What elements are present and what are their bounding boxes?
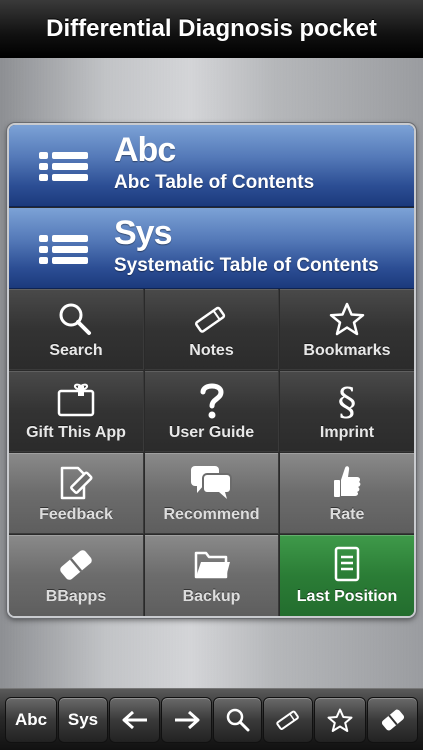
gift-icon — [9, 383, 143, 419]
abc-toc-title: Abc — [114, 131, 176, 169]
user-guide-button[interactable]: User Guide — [145, 371, 279, 452]
bookmarks-label: Bookmarks — [303, 342, 391, 359]
star-icon — [327, 708, 353, 733]
search-icon — [9, 301, 143, 337]
toolbar-abc-label: Abc — [14, 710, 48, 729]
star-icon — [280, 301, 414, 337]
bbapps-icon — [9, 547, 143, 583]
bbapps-icon — [379, 708, 407, 732]
document-icon — [280, 546, 414, 583]
backup-label: Backup — [182, 588, 241, 605]
last-position-label: Last Position — [296, 588, 398, 605]
search-button[interactable]: Search — [9, 289, 144, 370]
notes-label: Notes — [189, 342, 234, 359]
folder-icon — [145, 547, 278, 583]
main-menu-panel: Abc Abc Table of Contents Sys Systematic… — [7, 123, 416, 618]
pencil-icon — [274, 708, 302, 732]
toolbar-bbapps-button[interactable] — [367, 697, 418, 743]
list-icon — [39, 151, 91, 183]
notes-button[interactable]: Notes — [145, 289, 279, 370]
sys-toc-title: Sys — [114, 214, 172, 252]
svg-text:§: § — [338, 381, 357, 421]
question-icon — [145, 383, 278, 419]
toolbar-back-button[interactable] — [109, 697, 160, 743]
abc-toc-subtitle: Abc Table of Contents — [114, 172, 315, 193]
chat-bubbles-icon — [145, 465, 278, 501]
toolbar-sys-label: Sys — [67, 710, 99, 729]
bbapps-button[interactable]: BBapps — [9, 535, 144, 616]
feedback-icon — [9, 465, 143, 501]
bbapps-label: BBapps — [45, 588, 107, 605]
user-guide-label: User Guide — [168, 424, 255, 441]
thumbs-up-icon — [280, 465, 414, 501]
toolbar-sys-button[interactable]: Sys — [58, 697, 108, 743]
pencil-icon — [145, 301, 278, 337]
feedback-label: Feedback — [39, 506, 113, 523]
list-icon — [39, 234, 91, 266]
gift-this-app-button[interactable]: Gift This App — [9, 371, 144, 452]
toolbar-bookmarks-button[interactable] — [314, 697, 366, 743]
recommend-label: Recommend — [163, 506, 260, 523]
feedback-button[interactable]: Feedback — [9, 453, 144, 534]
sys-toc-button[interactable]: Sys Systematic Table of Contents — [9, 208, 414, 289]
toolbar-abc-button[interactable]: Abc — [5, 697, 57, 743]
toolbar-search-button[interactable] — [213, 697, 262, 743]
arrow-right-icon — [173, 709, 201, 731]
sys-toc-subtitle: Systematic Table of Contents — [114, 255, 379, 276]
imprint-button[interactable]: § Imprint — [280, 371, 414, 452]
menu-grid: Search Notes Bookmarks Gift This App Use… — [9, 289, 414, 616]
rate-label: Rate — [329, 506, 365, 523]
imprint-label: Imprint — [319, 424, 375, 441]
recommend-button[interactable]: Recommend — [145, 453, 279, 534]
toolbar-forward-button[interactable] — [161, 697, 212, 743]
last-position-button[interactable]: Last Position — [280, 535, 414, 616]
arrow-left-icon — [121, 709, 149, 731]
abc-toc-button[interactable]: Abc Abc Table of Contents — [9, 125, 414, 207]
search-icon — [225, 708, 251, 732]
app-title: Differential Diagnosis pocket — [46, 14, 377, 42]
title-bar: Differential Diagnosis pocket — [0, 0, 423, 58]
bookmarks-button[interactable]: Bookmarks — [280, 289, 414, 370]
gift-this-app-label: Gift This App — [26, 424, 126, 441]
rate-button[interactable]: Rate — [280, 453, 414, 534]
section-icon: § — [280, 381, 414, 421]
search-label: Search — [49, 342, 103, 359]
bottom-toolbar: Abc Sys — [0, 688, 423, 750]
toolbar-notes-button[interactable] — [263, 697, 313, 743]
backup-button[interactable]: Backup — [145, 535, 279, 616]
